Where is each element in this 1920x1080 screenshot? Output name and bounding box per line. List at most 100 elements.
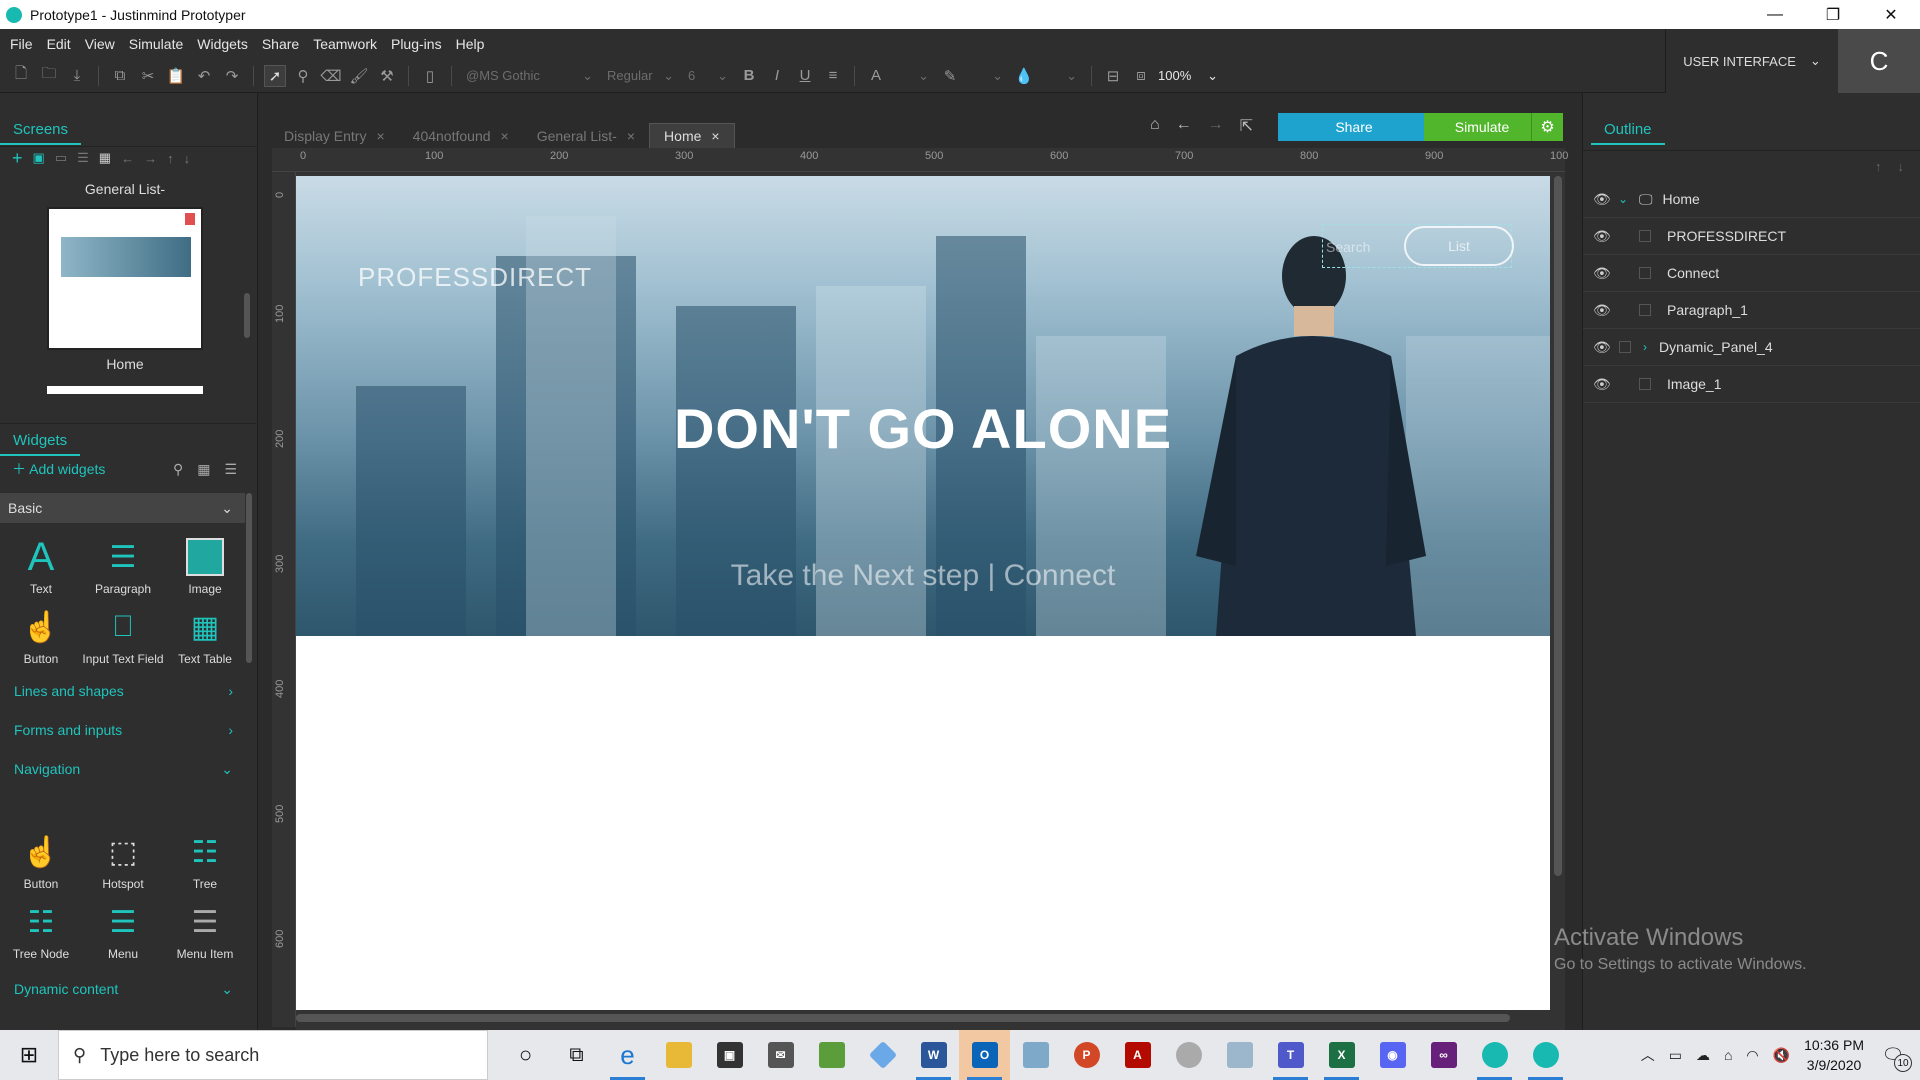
lock-checkbox[interactable] — [1619, 341, 1631, 353]
widgets-scrollbar[interactable] — [246, 493, 252, 663]
font-family-select[interactable]: @MS Gothic ⌄ — [462, 65, 597, 87]
disc-icon[interactable] — [1163, 1030, 1214, 1080]
add-template-icon[interactable]: ▣ — [33, 150, 45, 166]
outlook-icon[interactable]: O — [959, 1030, 1010, 1080]
simulate-button[interactable]: Simulate — [1424, 113, 1540, 141]
acrobat-icon[interactable]: A — [1112, 1030, 1163, 1080]
outline-item-connect[interactable]: 👁 Connect — [1583, 255, 1920, 292]
folder-icon[interactable]: ▭ — [55, 150, 67, 166]
font-style-select[interactable]: Regular ⌄ — [603, 65, 678, 87]
undo-icon[interactable]: ↶ — [193, 65, 215, 87]
menu-widgets[interactable]: Widgets — [197, 36, 248, 52]
lock-checkbox[interactable] — [1639, 267, 1651, 279]
arrange-icon[interactable]: ⊟ — [1102, 65, 1124, 87]
arrow-down-icon[interactable]: ↓ — [184, 151, 191, 166]
widget-tree[interactable]: ☷ Tree — [164, 830, 246, 900]
list-view-icon[interactable]: ☰ — [77, 150, 89, 166]
expand-icon[interactable]: ⌄ — [1613, 192, 1633, 206]
powerpoint-icon[interactable]: P — [1061, 1030, 1112, 1080]
eraser-icon[interactable]: ⌫ — [320, 65, 342, 87]
paste-icon[interactable]: 📋 — [165, 65, 187, 87]
select-pointer-icon[interactable]: ➚ — [264, 64, 286, 87]
discord-icon[interactable]: ◉ — [1367, 1030, 1418, 1080]
arrow-up-icon[interactable]: ↑ — [167, 151, 174, 166]
outline-item-professdirect[interactable]: 👁 PROFESSDIRECT — [1583, 218, 1920, 255]
onedrive-icon[interactable]: ☁ — [1696, 1047, 1710, 1064]
lock-checkbox[interactable] — [1639, 378, 1651, 390]
tab-outline[interactable]: Outline — [1591, 121, 1665, 145]
copy-icon[interactable]: ⧉ — [109, 65, 131, 87]
add-widgets-button[interactable]: ＋ Add widgets — [12, 459, 105, 479]
screen-thumbnail-next[interactable] — [47, 386, 203, 394]
lock-checkbox[interactable] — [1639, 304, 1651, 316]
justinmind-icon[interactable] — [1469, 1030, 1520, 1080]
screen-page[interactable]: PROFESSDIRECT Search List DON'T GO ALONE… — [296, 176, 1550, 1010]
menu-help[interactable]: Help — [456, 36, 485, 52]
wifi-icon[interactable]: ◠ — [1746, 1047, 1758, 1064]
tab-404notfound[interactable]: 404notfound × — [399, 128, 523, 148]
hero-image[interactable]: PROFESSDIRECT Search List DON'T GO ALONE… — [296, 176, 1550, 636]
gear-icon[interactable]: ⚙ — [1531, 113, 1563, 141]
photos-icon[interactable] — [806, 1030, 857, 1080]
clock[interactable]: 10:36 PM 3/9/2020 — [1804, 1035, 1864, 1075]
menu-edit[interactable]: Edit — [47, 36, 71, 52]
move-up-icon[interactable]: ↑ — [1875, 159, 1882, 174]
word-icon[interactable]: W — [908, 1030, 959, 1080]
redo-icon[interactable]: ↷ — [221, 65, 243, 87]
screen-label-home[interactable]: Home — [0, 356, 250, 372]
widget-menu-item[interactable]: ☰ Menu Item — [164, 900, 246, 970]
eye-icon[interactable]: 👁 — [1593, 376, 1613, 393]
category-navigation[interactable]: Navigation ⌄ — [0, 756, 245, 782]
tab-home[interactable]: Home × — [649, 123, 735, 148]
grid-view-icon[interactable]: ▦ — [197, 461, 210, 478]
minimize-icon[interactable]: — — [1746, 0, 1804, 29]
network-icon[interactable]: ⌂ — [1724, 1047, 1732, 1063]
fill-color-icon[interactable]: 💧 — [1013, 65, 1035, 87]
widget-nav-button[interactable]: ☝ Button — [0, 830, 82, 900]
expand-icon[interactable]: › — [1635, 340, 1655, 354]
widget-hotspot[interactable]: ⬚ Hotspot — [82, 830, 164, 900]
format-painter-multi-icon[interactable]: ⚒ — [376, 65, 398, 87]
store-icon[interactable]: ▣ — [704, 1030, 755, 1080]
device-icon[interactable]: ▯ — [419, 65, 441, 87]
outline-item-dynamic-panel-4[interactable]: 👁 › Dynamic_Panel_4 — [1583, 329, 1920, 366]
chevron-up-icon[interactable]: ︿ — [1641, 1045, 1655, 1065]
forward-arrow-icon[interactable]: → — [1208, 116, 1224, 136]
menu-plugins[interactable]: Plug-ins — [391, 36, 442, 52]
outline-item-image-1[interactable]: 👁 Image_1 — [1583, 366, 1920, 403]
outline-item-home[interactable]: 👁 ⌄ 🖵 Home — [1583, 181, 1920, 218]
edge-icon[interactable]: e — [602, 1030, 653, 1080]
widget-menu[interactable]: ☰ Menu — [82, 900, 164, 970]
widget-button[interactable]: ☝ Button — [0, 605, 82, 675]
list-view-icon[interactable]: ☰ — [224, 461, 237, 478]
tab-general-list[interactable]: General List- × — [523, 128, 649, 148]
line-color-icon[interactable]: ✎ — [939, 65, 961, 87]
avatar[interactable]: C — [1838, 29, 1920, 93]
eye-icon[interactable]: 👁 — [1593, 339, 1613, 356]
move-down-icon[interactable]: ↓ — [1898, 159, 1905, 174]
grid-view-icon[interactable]: ▦ — [99, 150, 111, 166]
notification-center-icon[interactable]: 🗨 10 — [1878, 1040, 1912, 1072]
volume-muted-icon[interactable]: 🔇 — [1773, 1047, 1790, 1064]
category-dynamic-content[interactable]: Dynamic content ⌄ — [0, 976, 245, 1002]
screens-scrollbar[interactable] — [244, 293, 250, 338]
font-size-select[interactable]: 6 ⌄ — [684, 65, 732, 87]
fill-color-select[interactable]: ⌄ — [1041, 65, 1081, 87]
close-icon[interactable]: × — [376, 128, 384, 144]
italic-button[interactable]: I — [766, 65, 788, 87]
justinmind-icon-active[interactable] — [1520, 1030, 1571, 1080]
menu-file[interactable]: File — [10, 36, 33, 52]
hero-subtitle[interactable]: Take the Next step | Connect — [296, 559, 1550, 593]
font-color-select[interactable]: ⌄ — [893, 65, 933, 87]
share-button[interactable]: Share — [1278, 113, 1430, 141]
back-arrow-icon[interactable]: ← — [1176, 116, 1192, 136]
mail-icon[interactable]: ✉ — [755, 1030, 806, 1080]
close-icon[interactable]: ✕ — [1862, 0, 1920, 29]
menu-teamwork[interactable]: Teamwork — [313, 36, 377, 52]
task-view-icon[interactable]: ⧉ — [551, 1030, 602, 1080]
arrow-left-icon[interactable]: ← — [121, 151, 134, 166]
menu-simulate[interactable]: Simulate — [129, 36, 183, 52]
ui-mode-select[interactable]: USER INTERFACE ⌄ — [1665, 29, 1838, 93]
close-icon[interactable]: × — [627, 128, 635, 144]
hero-brand[interactable]: PROFESSDIRECT — [358, 262, 592, 293]
